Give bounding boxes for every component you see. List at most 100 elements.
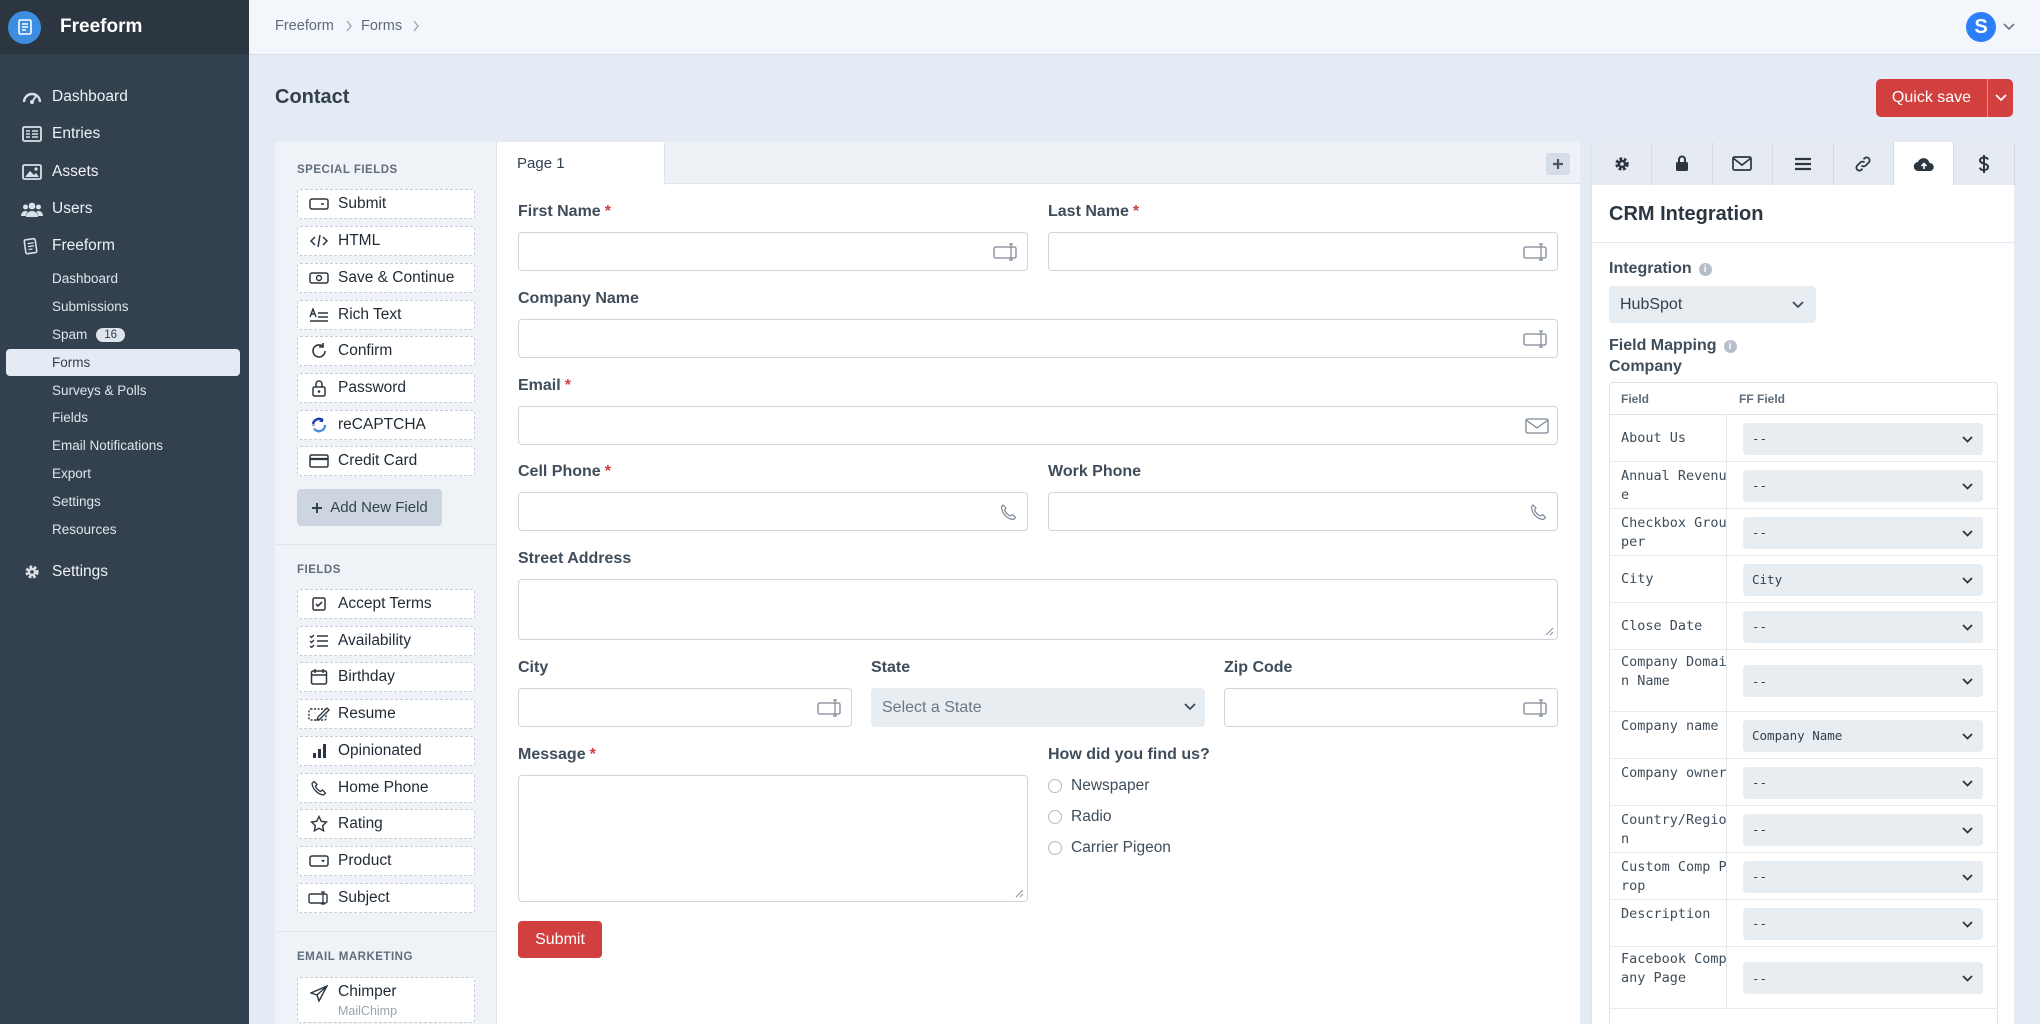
mapping-ff-field-value: --: [1752, 970, 1768, 986]
palette-item-product[interactable]: Product: [297, 846, 475, 876]
breadcrumb-freeform[interactable]: Freeform: [275, 18, 334, 34]
city-input[interactable]: [518, 688, 852, 727]
field-mapping-label: Field Mapping i: [1609, 337, 1737, 355]
state-select[interactable]: Select a State: [871, 688, 1205, 727]
mapping-field-name: Annual Revenue: [1621, 467, 1727, 503]
radio-circle[interactable]: [1048, 810, 1062, 824]
nav-sub-fields[interactable]: Fields: [6, 404, 240, 431]
nav-sub-export[interactable]: Export: [6, 460, 240, 487]
nav-sub-spam[interactable]: Spam 16: [6, 321, 240, 348]
tab-permissions[interactable]: [1652, 142, 1713, 185]
nav-sub-settings[interactable]: Settings: [6, 488, 240, 515]
radio-carrier-pigeon[interactable]: Carrier Pigeon: [1048, 838, 1171, 858]
mapping-ff-field-select[interactable]: --: [1743, 665, 1983, 697]
tab-connections[interactable]: [1834, 142, 1894, 185]
chevron-down-icon: [1962, 576, 1973, 584]
integration-select[interactable]: HubSpot: [1609, 286, 1816, 323]
user-avatar[interactable]: S: [1966, 12, 1996, 42]
text-input-icon: [308, 887, 330, 909]
palette-item-confirm[interactable]: Confirm: [297, 336, 475, 366]
mapping-ff-field-select[interactable]: City: [1743, 563, 1983, 596]
label-email: Email *: [518, 377, 571, 395]
nav-users[interactable]: Users: [0, 194, 249, 224]
palette-item-recaptcha[interactable]: reCAPTCHA: [297, 410, 475, 440]
nav-settings[interactable]: Settings: [0, 557, 249, 587]
palette-item-availability[interactable]: Availability: [297, 626, 475, 656]
cell-phone-input[interactable]: [518, 492, 1028, 531]
palette-item-subject[interactable]: Subject: [297, 883, 475, 913]
gauge-icon: [21, 86, 43, 108]
quick-save-menu-toggle[interactable]: [1987, 79, 2013, 117]
tab-crm-integration[interactable]: [1893, 142, 1955, 185]
quick-save-button[interactable]: Quick save: [1876, 79, 2013, 117]
add-new-field-button[interactable]: Add New Field: [297, 489, 442, 526]
info-icon[interactable]: i: [1698, 262, 1712, 276]
tab-page-1[interactable]: Page 1: [497, 142, 665, 185]
nav-sub-email-notifications[interactable]: Email Notifications: [6, 432, 240, 459]
nav-sub-surveys-polls[interactable]: Surveys & Polls: [6, 377, 240, 404]
mapping-ff-field-select[interactable]: Company Name: [1743, 719, 1983, 752]
palette-item-chimper[interactable]: Chimper MailChimp: [297, 977, 475, 1023]
zip-code-input[interactable]: [1224, 688, 1558, 727]
message-textarea[interactable]: [518, 775, 1028, 902]
nav-sub-dashboard[interactable]: Dashboard: [6, 265, 240, 292]
nav-dashboard[interactable]: Dashboard: [0, 82, 249, 112]
nav-sub-resources[interactable]: Resources: [6, 516, 240, 543]
resize-handle-icon[interactable]: [1545, 627, 1554, 636]
palette-item-rating[interactable]: Rating: [297, 809, 475, 839]
radio-newspaper[interactable]: Newspaper: [1048, 776, 1149, 796]
palette-item-rich-text[interactable]: Rich Text: [297, 300, 475, 330]
mapping-ff-field-select[interactable]: --: [1743, 422, 1983, 455]
tab-payments[interactable]: [1954, 142, 2015, 185]
mapping-ff-field-select[interactable]: --: [1743, 516, 1983, 549]
tab-rules[interactable]: [1773, 142, 1834, 185]
palette-item-birthday[interactable]: Birthday: [297, 662, 475, 692]
street-address-textarea[interactable]: [518, 579, 1558, 640]
palette-item-html[interactable]: HTML: [297, 226, 475, 256]
last-name-input[interactable]: [1048, 232, 1558, 271]
brand[interactable]: Freeform: [0, 0, 249, 54]
info-icon[interactable]: i: [1723, 339, 1737, 353]
mapping-ff-field-select[interactable]: --: [1743, 962, 1983, 994]
mapping-ff-field-select[interactable]: --: [1743, 813, 1983, 846]
tab-notifications[interactable]: [1713, 142, 1774, 185]
nav-entries[interactable]: Entries: [0, 119, 249, 149]
breadcrumb-forms[interactable]: Forms: [361, 18, 402, 34]
add-page-button[interactable]: [1546, 153, 1570, 175]
palette-item-resume[interactable]: Resume: [297, 699, 475, 729]
mapping-ff-field-select[interactable]: --: [1743, 907, 1983, 940]
radio-circle[interactable]: [1048, 841, 1062, 855]
work-phone-input[interactable]: [1048, 492, 1558, 531]
palette-item-accept-terms[interactable]: Accept Terms: [297, 589, 475, 619]
label-cell-phone: Cell Phone *: [518, 463, 611, 481]
resize-handle-icon[interactable]: [1015, 889, 1024, 898]
label-street-address: Street Address: [518, 550, 631, 568]
mapping-ff-field-select[interactable]: --: [1743, 860, 1983, 893]
palette-item-home-phone[interactable]: Home Phone: [297, 773, 475, 803]
company-name-input[interactable]: [518, 319, 1558, 358]
tab-settings[interactable]: [1592, 142, 1653, 185]
nav-sub-submissions[interactable]: Submissions: [6, 293, 240, 320]
submit-button[interactable]: Submit: [518, 921, 602, 958]
label-text: Last Name: [1048, 203, 1129, 220]
mapping-ff-field-select[interactable]: --: [1743, 469, 1983, 502]
form-canvas: Page 1 First Name * Last Name * Company Na…: [497, 142, 1580, 1024]
mapping-field-name: Facebook Company Page: [1621, 950, 1727, 986]
radio-circle[interactable]: [1048, 779, 1062, 793]
palette-item-save-continue[interactable]: Save & Continue: [297, 263, 475, 293]
palette-item-submit[interactable]: Submit: [297, 189, 475, 219]
column-divider: [1726, 603, 1727, 649]
mapping-ff-field-select[interactable]: --: [1743, 766, 1983, 799]
mapping-ff-field-select[interactable]: --: [1743, 610, 1983, 643]
email-input[interactable]: [518, 406, 1558, 445]
nav-sub-forms[interactable]: Forms: [6, 349, 240, 376]
nav-assets[interactable]: Assets: [0, 157, 249, 187]
nav-freeform[interactable]: Freeform: [0, 231, 249, 261]
palette-item-credit-card[interactable]: Credit Card: [297, 446, 475, 476]
top-bar: Freeform Forms: [249, 0, 2040, 55]
palette-item-opinionated[interactable]: Opinionated: [297, 736, 475, 766]
chevron-down-icon[interactable]: [2003, 23, 2015, 31]
radio-radio[interactable]: Radio: [1048, 807, 1112, 827]
first-name-input[interactable]: [518, 232, 1028, 271]
palette-item-password[interactable]: Password: [297, 373, 475, 403]
